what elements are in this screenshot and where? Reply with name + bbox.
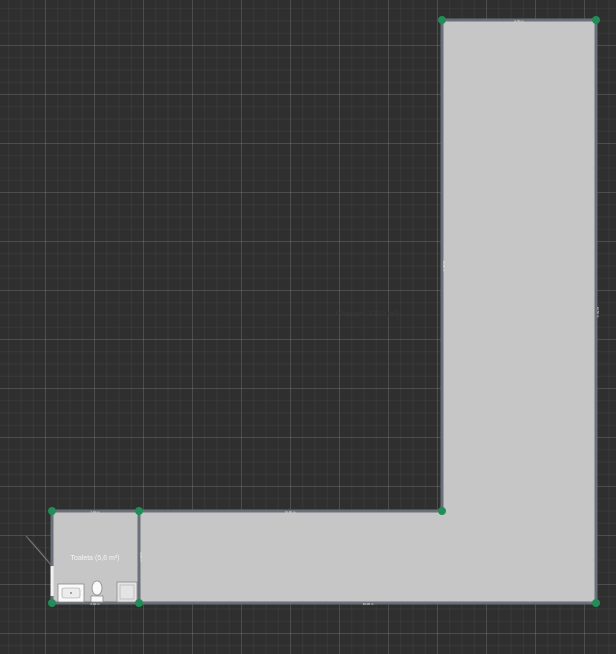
corner-node[interactable] — [592, 16, 600, 24]
dimension-label: 2,00 m — [90, 602, 100, 606]
dimension-label: 6,00 m — [514, 19, 524, 23]
corner-node[interactable] — [135, 507, 143, 515]
dimension-label: 2,00 m — [90, 510, 100, 514]
corner-node[interactable] — [438, 507, 446, 515]
corner-node[interactable] — [592, 599, 600, 607]
shower-icon — [116, 581, 138, 603]
dimension-label: 10,00 m — [285, 510, 296, 514]
room-label-magazyn: Magazyn (129,3 m²) — [336, 311, 399, 318]
corner-node[interactable] — [135, 599, 143, 607]
sink-icon — [57, 583, 85, 603]
floor-plan-canvas[interactable]: Magazyn (129,3 m²) Toaleta (5,6 m²) 6,00… — [0, 0, 616, 654]
room-label-toaleta: Toaleta (5,6 m²) — [70, 555, 119, 562]
dimension-label: 16,50 m — [596, 307, 600, 318]
corner-node[interactable] — [48, 599, 56, 607]
dimension-label: 15,00 m — [363, 602, 374, 606]
door-icon[interactable] — [25, 535, 54, 596]
dimension-label: 10,00 m — [442, 261, 446, 272]
floor-plan[interactable]: Magazyn (129,3 m²) Toaleta (5,6 m²) 6,00… — [0, 0, 616, 654]
dimension-label: 2,00 m — [139, 552, 143, 562]
corner-node[interactable] — [48, 507, 56, 515]
corner-node[interactable] — [438, 16, 446, 24]
toilet-icon — [90, 580, 104, 603]
